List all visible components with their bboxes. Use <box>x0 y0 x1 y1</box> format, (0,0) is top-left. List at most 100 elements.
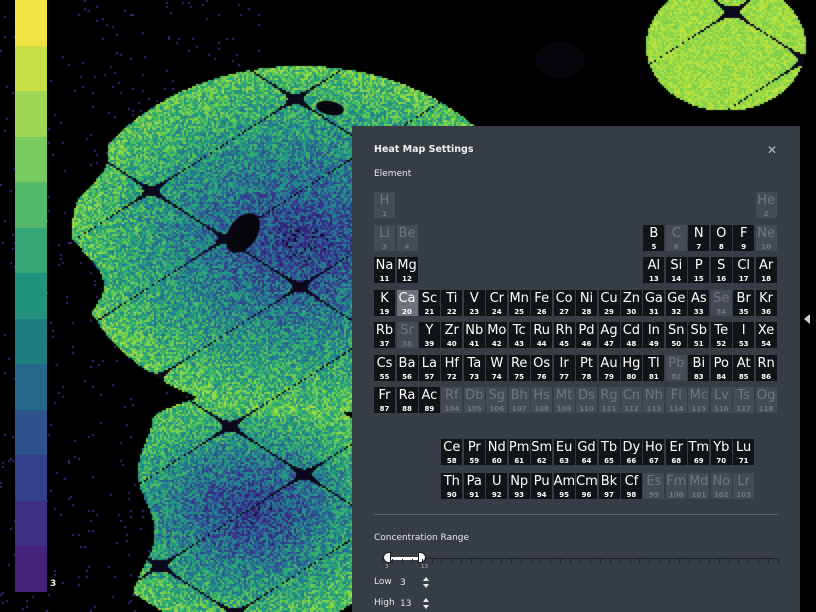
element-at[interactable]: At 85 <box>733 354 755 381</box>
chevron-down-icon[interactable] <box>423 584 429 588</box>
element-ti[interactable]: Ti 22 <box>441 289 463 316</box>
element-re[interactable]: Re 75 <box>508 354 530 381</box>
element-ce[interactable]: Ce 58 <box>441 439 463 465</box>
element-y[interactable]: Y 39 <box>418 322 440 348</box>
element-fr[interactable]: Fr 87 <box>374 387 395 413</box>
element-br[interactable]: Br 35 <box>733 289 755 316</box>
element-ho[interactable]: Ho 67 <box>643 439 665 465</box>
element-hf[interactable]: Hf 72 <box>441 354 463 381</box>
element-n[interactable]: N7 <box>688 224 710 251</box>
element-kr[interactable]: Kr 36 <box>755 289 777 316</box>
element-lu[interactable]: Lu 71 <box>733 439 755 465</box>
element-ni[interactable]: Ni 28 <box>576 289 597 316</box>
element-ge[interactable]: Ge 32 <box>665 289 687 316</box>
element-te[interactable]: Te 52 <box>710 322 732 348</box>
element-sc[interactable]: Sc 21 <box>418 289 440 316</box>
element-os[interactable]: Os 76 <box>531 354 553 381</box>
element-ru[interactable]: Ru 44 <box>531 322 553 348</box>
element-cl[interactable]: Cl 17 <box>733 257 755 283</box>
element-nb[interactable]: Nb 41 <box>463 322 485 348</box>
element-mo[interactable]: Mo 42 <box>486 322 508 348</box>
element-pa[interactable]: Pa 91 <box>463 473 485 499</box>
element-po[interactable]: Po 84 <box>710 354 732 381</box>
element-cd[interactable]: Cd 48 <box>620 322 642 348</box>
element-ga[interactable]: Ga 31 <box>643 289 665 316</box>
low-spinner[interactable] <box>422 576 432 590</box>
element-eu[interactable]: Eu 63 <box>553 439 575 465</box>
element-hg[interactable]: Hg 80 <box>620 354 642 381</box>
element-tb[interactable]: Tb 65 <box>598 439 620 465</box>
element-na[interactable]: Na 11 <box>374 257 395 283</box>
element-in[interactable]: In 49 <box>643 322 665 348</box>
element-si[interactable]: Si 14 <box>665 257 687 283</box>
element-o[interactable]: O8 <box>710 224 732 251</box>
element-u[interactable]: U 92 <box>486 473 508 499</box>
element-rn[interactable]: Rn 86 <box>755 354 777 381</box>
element-tc[interactable]: Tc 43 <box>508 322 530 348</box>
element-pm[interactable]: Pm 61 <box>508 439 530 465</box>
element-tl[interactable]: Tl 81 <box>643 354 665 381</box>
element-cf[interactable]: Cf 98 <box>620 473 642 499</box>
element-bi[interactable]: Bi 83 <box>688 354 710 381</box>
element-f[interactable]: F9 <box>733 224 755 251</box>
element-v[interactable]: V 23 <box>463 289 485 316</box>
collapse-arrow-icon[interactable] <box>804 314 810 324</box>
element-mg[interactable]: Mg 12 <box>396 257 418 283</box>
chevron-down-icon[interactable] <box>423 605 429 609</box>
element-sm[interactable]: Sm 62 <box>531 439 553 465</box>
element-er[interactable]: Er 68 <box>665 439 687 465</box>
element-xe[interactable]: Xe 54 <box>755 322 777 348</box>
element-fe[interactable]: Fe 26 <box>531 289 553 316</box>
element-k[interactable]: K 19 <box>374 289 395 316</box>
high-spinner[interactable] <box>422 597 432 611</box>
concentration-range-slider[interactable]: 3 13 <box>374 548 779 578</box>
element-ta[interactable]: Ta 73 <box>463 354 485 381</box>
element-cm[interactable]: Cm 96 <box>576 473 598 499</box>
element-sn[interactable]: Sn 50 <box>665 322 687 348</box>
element-tm[interactable]: Tm 69 <box>688 439 710 465</box>
element-ag[interactable]: Ag 47 <box>598 322 620 348</box>
element-pd[interactable]: Pd 46 <box>576 322 597 348</box>
element-zr[interactable]: Zr 40 <box>441 322 463 348</box>
close-icon[interactable]: ✕ <box>764 142 780 158</box>
element-la[interactable]: La 57 <box>418 354 440 381</box>
element-ir[interactable]: Ir 77 <box>553 354 575 381</box>
element-co[interactable]: Co 27 <box>553 289 575 316</box>
element-zn[interactable]: Zn 30 <box>620 289 642 316</box>
element-ra[interactable]: Ra 88 <box>396 387 418 413</box>
chevron-up-icon[interactable] <box>423 577 429 581</box>
element-i[interactable]: I 53 <box>733 322 755 348</box>
element-ar[interactable]: Ar 18 <box>755 257 777 283</box>
element-np[interactable]: Np 93 <box>508 473 530 499</box>
element-au[interactable]: Au 79 <box>598 354 620 381</box>
element-nd[interactable]: Nd 60 <box>486 439 508 465</box>
element-p[interactable]: P 15 <box>688 257 710 283</box>
element-rh[interactable]: Rh 45 <box>553 322 575 348</box>
element-mn[interactable]: Mn 25 <box>508 289 530 316</box>
concentration-range-label: Concentration Range <box>374 533 470 543</box>
element-ac[interactable]: Ac 89 <box>418 387 440 413</box>
element-s[interactable]: S 16 <box>710 257 732 283</box>
chevron-up-icon[interactable] <box>423 598 429 602</box>
element-th[interactable]: Th 90 <box>441 473 463 499</box>
element-cs[interactable]: Cs 55 <box>374 354 395 381</box>
slider-low-handle[interactable] <box>383 552 391 563</box>
element-cu[interactable]: Cu 29 <box>598 289 620 316</box>
element-cr[interactable]: Cr 24 <box>486 289 508 316</box>
element-dy[interactable]: Dy 66 <box>620 439 642 465</box>
element-bk[interactable]: Bk 97 <box>598 473 620 499</box>
element-ba[interactable]: Ba 56 <box>396 354 418 381</box>
element-pr[interactable]: Pr 59 <box>463 439 485 465</box>
element-w[interactable]: W 74 <box>486 354 508 381</box>
element-pt[interactable]: Pt 78 <box>576 354 597 381</box>
element-as[interactable]: As 33 <box>688 289 710 316</box>
element-sb[interactable]: Sb 51 <box>688 322 710 348</box>
element-am[interactable]: Am 95 <box>553 473 575 499</box>
element-b[interactable]: B5 <box>643 224 665 251</box>
element-pu[interactable]: Pu 94 <box>531 473 553 499</box>
element-gd[interactable]: Gd 64 <box>576 439 597 465</box>
element-yb[interactable]: Yb 70 <box>710 439 732 465</box>
element-al[interactable]: Al 13 <box>643 257 665 283</box>
element-ca[interactable]: Ca 20 <box>396 289 418 316</box>
element-rb[interactable]: Rb 37 <box>374 322 395 348</box>
